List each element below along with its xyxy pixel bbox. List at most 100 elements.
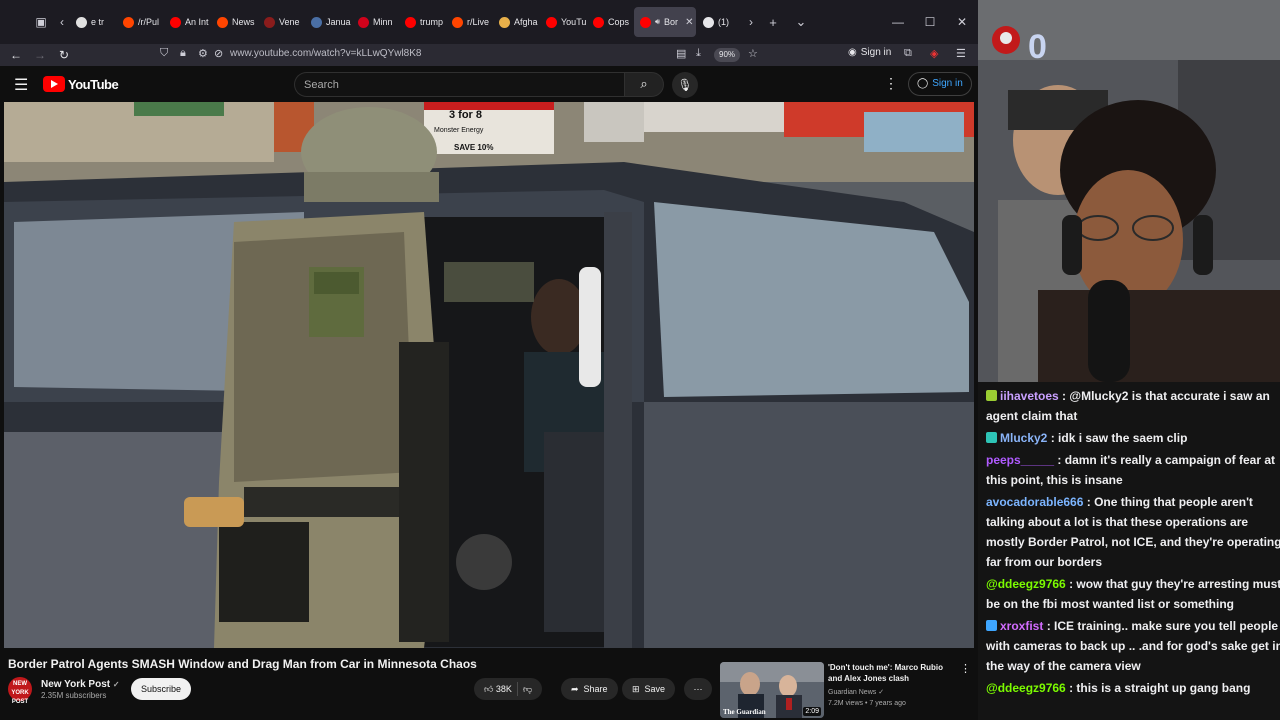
tab-label: Cops: [608, 17, 630, 27]
recommended-channel[interactable]: Guardian News ✓: [828, 688, 884, 696]
shield-icon[interactable]: ⛉: [160, 47, 168, 60]
like-count: 38K: [495, 684, 512, 694]
addon-icon[interactable]: ◈: [930, 47, 938, 60]
chat-message: Mlucky2 : idk i saw the saem clip: [986, 428, 1280, 448]
browser-tab[interactable]: An Int: [164, 7, 210, 37]
tab-audio-icon[interactable]: 🔊︎: [655, 17, 660, 27]
youtube-sign-in-button[interactable]: ◯ Sign in: [908, 72, 972, 96]
browser-tab[interactable]: Vene: [258, 7, 304, 37]
tab-list-chevron-icon[interactable]: ⌄: [787, 14, 815, 30]
maximize-icon[interactable]: ☐: [914, 15, 946, 29]
browser-tab[interactable]: News: [211, 7, 257, 37]
subscribe-button[interactable]: Subscribe: [131, 678, 192, 700]
tab-close-icon[interactable]: ✕: [685, 17, 693, 28]
guardian-logo: The Guardian: [723, 708, 766, 716]
reload-icon[interactable]: ↻: [52, 48, 76, 62]
tab-label: Bor: [664, 17, 679, 27]
camera-off-icon[interactable]: ⊘: [214, 47, 223, 60]
tab-scroll-right-icon[interactable]: ›: [743, 15, 759, 29]
forward-icon[interactable]: →: [28, 48, 52, 62]
tab-label: An Int: [185, 17, 209, 27]
chat-username[interactable]: @ddeegz9766: [986, 577, 1066, 591]
minimize-icon[interactable]: —: [882, 15, 914, 29]
back-icon[interactable]: ←: [4, 48, 28, 62]
chat-message: @ddeegz9766 : this is a straight up gang…: [986, 678, 1280, 698]
share-label: Share: [583, 684, 608, 694]
zoom-level[interactable]: 90%: [714, 48, 741, 62]
chat-username[interactable]: Mlucky2: [1000, 431, 1047, 445]
browser-tab[interactable]: Minn: [352, 7, 398, 37]
tab-scroll-left-icon[interactable]: ‹: [54, 15, 70, 29]
chat-message: peeps_____ : damn it's really a campaign…: [986, 450, 1280, 490]
url-field[interactable]: www.youtube.com/watch?v=kLLwQYwl8K8: [230, 48, 421, 59]
tab-label: Vene: [279, 17, 300, 27]
video-player[interactable]: 3 for 8 Monster Energy SAVE 10%: [4, 102, 974, 648]
browser-tab[interactable]: Afgha: [493, 7, 539, 37]
save-label: Save: [644, 684, 666, 694]
chat-username[interactable]: @ddeegz9766: [986, 681, 1066, 695]
youtube-header: ☰ YouTube Search ⌕ 🎙︎ ⋮ ◯ Sign in: [0, 66, 978, 102]
settings-more-icon[interactable]: ⋮: [884, 75, 898, 92]
reader-view-icon[interactable]: ▤: [676, 47, 686, 60]
browser-tab[interactable]: e tr: [70, 7, 116, 37]
lock-icon[interactable]: 🔒︎: [180, 47, 186, 60]
like-button[interactable]: 👍︎ 38K: [484, 678, 512, 700]
browser-tab[interactable]: /r/Pul: [117, 7, 163, 37]
browser-tab[interactable]: Janua: [305, 7, 351, 37]
channel-avatar[interactable]: NEW YORK POST: [8, 677, 32, 705]
tab-favicon-icon: [703, 16, 714, 28]
browser-tab[interactable]: Cops: [587, 7, 633, 37]
voice-search-button[interactable]: 🎙︎: [672, 72, 698, 98]
account-icon: ◉: [848, 47, 857, 58]
chat-username[interactable]: xroxfist: [1000, 619, 1043, 633]
bookmark-star-icon[interactable]: ☆: [748, 47, 758, 60]
recommended-title[interactable]: 'Don't touch me': Marco Rubio and Alex J…: [828, 662, 950, 684]
browser-window: ▣ ‹ e tr/r/Pul An Int News Vene Janua Minn tru…: [0, 0, 978, 720]
download-icon[interactable]: ⤓: [696, 47, 701, 60]
browser-tab[interactable]: YouTu: [540, 7, 586, 37]
chat-separator: :: [1058, 389, 1070, 403]
menu-icon[interactable]: ☰: [956, 47, 966, 60]
search-button[interactable]: ⌕: [624, 72, 664, 97]
tab-favicon-icon: [76, 16, 87, 28]
dislike-button[interactable]: 👎︎: [523, 678, 532, 700]
chat-text: idk i saw the saem clip: [1058, 431, 1188, 445]
more-actions-button[interactable]: ⋯: [684, 678, 712, 700]
tab-favicon-icon: [546, 16, 557, 28]
tab-favicon-icon: [123, 16, 134, 28]
save-playlist-icon: ⊞: [632, 684, 640, 694]
browser-sign-in-button[interactable]: ◉ Sign in: [848, 47, 891, 58]
share-button[interactable]: ➦ Share: [561, 678, 618, 700]
channel-name-text: New York Post: [41, 679, 111, 690]
browser-tab[interactable]: trump: [399, 7, 445, 37]
browser-tab[interactable]: r/Live: [446, 7, 492, 37]
chat-username[interactable]: avocadorable666: [986, 495, 1083, 509]
extensions-icon[interactable]: ⧉: [904, 47, 912, 60]
browser-tab[interactable]: (1): [697, 7, 743, 37]
browser-tab[interactable]: 🔊︎ Bor ✕: [634, 7, 696, 37]
recommended-meta: 7.2M views • 7 years ago: [828, 700, 906, 707]
tab-label: /r/Pul: [138, 17, 160, 27]
search-input[interactable]: Search: [294, 72, 624, 97]
tab-favicon-icon: [499, 16, 510, 28]
tab-overview-icon[interactable]: ▣: [28, 9, 54, 35]
youtube-logo[interactable]: YouTube: [43, 76, 119, 92]
like-dislike-group: 👍︎ 38K 👎︎: [474, 678, 543, 700]
close-window-icon[interactable]: ✕: [946, 15, 978, 29]
video-duration: 2:09: [803, 707, 821, 716]
save-button[interactable]: ⊞ Save: [622, 678, 676, 700]
browser-sign-in-label: Sign in: [860, 47, 892, 58]
recommended-video[interactable]: The Guardian 2:09 'Don't touch me': Marc…: [720, 662, 971, 718]
permissions-icon[interactable]: ⚙: [198, 47, 208, 60]
verified-icon: ✓: [878, 689, 885, 696]
recommended-thumbnail[interactable]: The Guardian 2:09: [720, 662, 824, 718]
chat-username[interactable]: iihavetoes: [1000, 389, 1059, 403]
guide-menu-icon[interactable]: ☰: [14, 75, 28, 95]
channel-name[interactable]: New York Post ✓: [41, 679, 120, 690]
chat-separator: :: [1083, 495, 1095, 509]
cam-counter: 0: [1028, 28, 1047, 66]
new-tab-icon[interactable]: +: [759, 15, 787, 30]
recommended-more-icon[interactable]: ⋮: [960, 662, 971, 675]
chat-message: @ddeegz9766 : wow that guy they're arres…: [986, 574, 1280, 614]
chat-username[interactable]: peeps_____: [986, 453, 1054, 467]
